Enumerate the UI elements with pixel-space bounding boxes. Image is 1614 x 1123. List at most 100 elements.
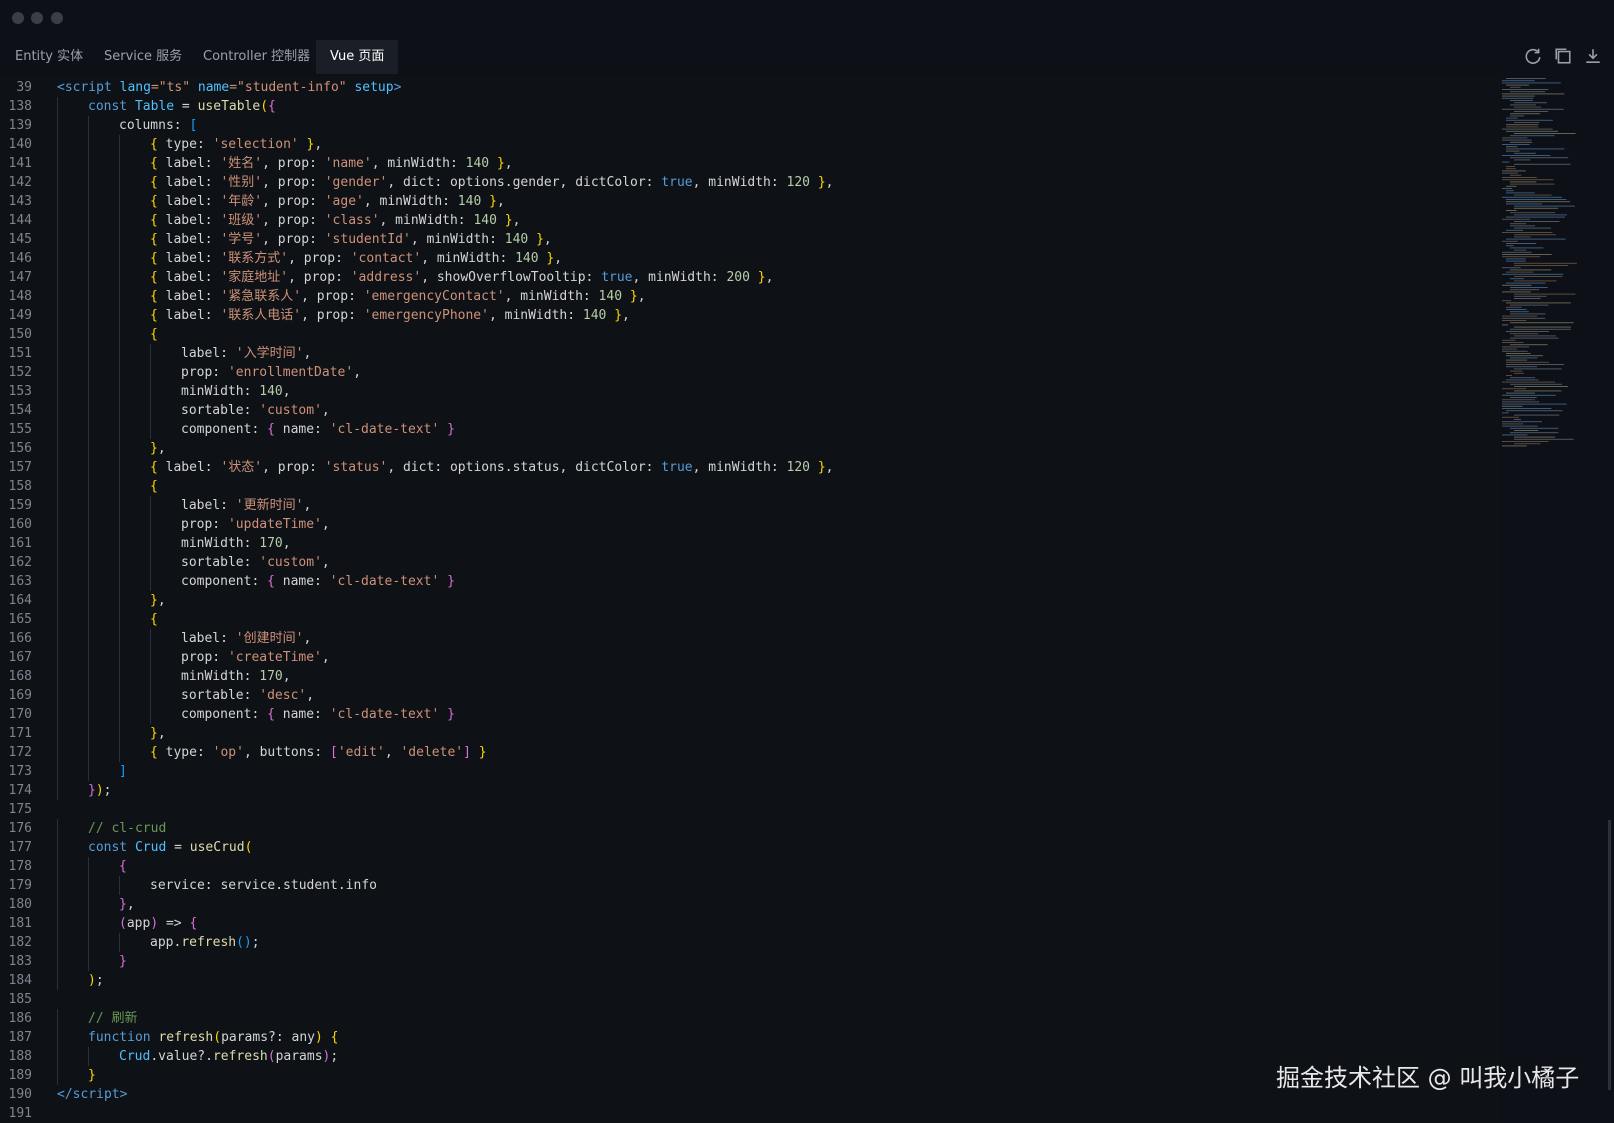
code-text: (app) => {: [119, 916, 198, 931]
minimap-line: [1502, 320, 1527, 321]
indent-guide: [150, 686, 151, 705]
code-text: });: [88, 783, 112, 798]
line-number: 187: [8, 1030, 32, 1045]
minimap-line: [1514, 280, 1557, 282]
indent-guide: [150, 705, 151, 724]
code-line: 167 prop: 'createTime',: [0, 648, 1490, 667]
minimap-line: [1514, 122, 1540, 123]
code-editor[interactable]: 39 <script lang="ts" name="student-info" …: [0, 76, 1500, 1122]
file-tab-bar: Entity 实体 Service 服务 Controller 控制器 Vue …: [0, 40, 1614, 74]
code-text: { label: '学号', prop: 'studentId', minWid…: [150, 232, 552, 247]
code-line: 172 { type: 'op', buttons: ['edit', 'dele…: [0, 743, 1490, 762]
window-maximize-button[interactable]: [51, 12, 63, 24]
line-number: 176: [8, 821, 32, 836]
line-number: 143: [8, 194, 32, 209]
line-number: 160: [8, 517, 32, 532]
window-close-button[interactable]: [12, 12, 24, 24]
indent-guide: [88, 534, 89, 553]
indent-guide: [57, 838, 58, 857]
minimap-line: [1514, 390, 1562, 392]
indent-guide: [119, 572, 120, 591]
indent-guide: [57, 667, 58, 686]
code-text: );: [88, 973, 104, 988]
code-line: 163 component: { name: 'cl-date-text' }: [0, 572, 1490, 591]
copy-icon[interactable]: [1554, 47, 1572, 65]
minimap-line: [1510, 313, 1546, 315]
code-line: 178 {: [0, 857, 1490, 876]
indent-guide: [57, 971, 58, 990]
minimap-line: [1506, 245, 1514, 247]
indent-guide: [150, 344, 151, 363]
code-text: prop: 'enrollmentDate',: [181, 365, 362, 380]
code-text: sortable: 'desc',: [181, 688, 315, 703]
code-line: 169 sortable: 'desc',: [0, 686, 1490, 705]
minimap-line: [1510, 113, 1541, 115]
minimap-line: [1502, 273, 1564, 275]
indent-guide: [119, 192, 120, 211]
tab-vue[interactable]: Vue 页面: [316, 40, 399, 74]
minimap[interactable]: [1500, 76, 1600, 456]
line-number: 170: [8, 707, 32, 722]
indent-guide: [88, 705, 89, 724]
code-line: 138 const Table = useTable({: [0, 97, 1490, 116]
minimap-line: [1514, 214, 1567, 216]
minimap-line: [1514, 335, 1556, 337]
code-line: 179 service: service.student.info: [0, 876, 1490, 895]
indent-guide: [150, 629, 151, 648]
line-number: 172: [8, 745, 32, 760]
code-line: 186 // 刷新: [0, 1009, 1490, 1028]
line-number: 182: [8, 935, 32, 950]
indent-guide: [88, 154, 89, 173]
indent-guide: [88, 382, 89, 401]
indent-guide: [119, 287, 120, 306]
minimap-line: [1502, 291, 1531, 293]
code-line: 156},: [0, 439, 1490, 458]
minimap-line: [1506, 302, 1571, 304]
code-line: 140 { type: 'selection' },: [0, 135, 1490, 154]
minimap-line: [1510, 333, 1539, 335]
minimap-line: [1514, 443, 1541, 445]
minimap-line: [1510, 383, 1562, 385]
window-minimize-button[interactable]: [31, 12, 43, 24]
minimap-line: [1502, 441, 1549, 442]
indent-guide: [88, 401, 89, 420]
minimap-line: [1502, 108, 1564, 110]
indent-guide: [57, 534, 58, 553]
indent-guide: [57, 686, 58, 705]
tab-controller[interactable]: Controller 控制器: [203, 40, 310, 74]
line-number: 145: [8, 232, 32, 247]
indent-guide: [150, 496, 151, 515]
indent-guide: [150, 534, 151, 553]
minimap-line: [1506, 166, 1516, 167]
indent-guide: [119, 363, 120, 382]
scrollbar-thumb[interactable]: [1608, 820, 1611, 1090]
code-text: { type: 'op', buttons: ['edit', 'delete'…: [150, 745, 487, 760]
code-line: 160 prop: 'updateTime',: [0, 515, 1490, 534]
line-number: 163: [8, 574, 32, 589]
download-icon[interactable]: [1584, 47, 1602, 65]
minimap-line: [1502, 139, 1532, 141]
indent-guide: [119, 496, 120, 515]
code-text: {: [150, 612, 158, 627]
tab-entity[interactable]: Entity 实体: [15, 40, 83, 74]
indent-guide: [57, 363, 58, 382]
indent-guide: [119, 382, 120, 401]
line-number: 157: [8, 460, 32, 475]
line-number: 165: [8, 612, 32, 627]
minimap-line: [1514, 386, 1568, 387]
refresh-icon[interactable]: [1524, 47, 1542, 65]
minimap-line: [1514, 249, 1527, 251]
code-text: { type: 'selection' },: [150, 137, 323, 152]
minimap-line: [1502, 89, 1549, 90]
line-number: 185: [8, 992, 32, 1007]
minimap-line: [1502, 254, 1552, 255]
indent-guide: [57, 724, 58, 743]
minimap-line: [1502, 342, 1524, 343]
minimap-line: [1502, 381, 1556, 383]
minimap-line: [1502, 416, 1519, 418]
minimap-line: [1506, 366, 1538, 368]
tab-service[interactable]: Service 服务: [104, 40, 182, 74]
indent-guide: [88, 895, 89, 914]
code-line: 173]: [0, 762, 1490, 781]
indent-guide: [119, 876, 120, 895]
